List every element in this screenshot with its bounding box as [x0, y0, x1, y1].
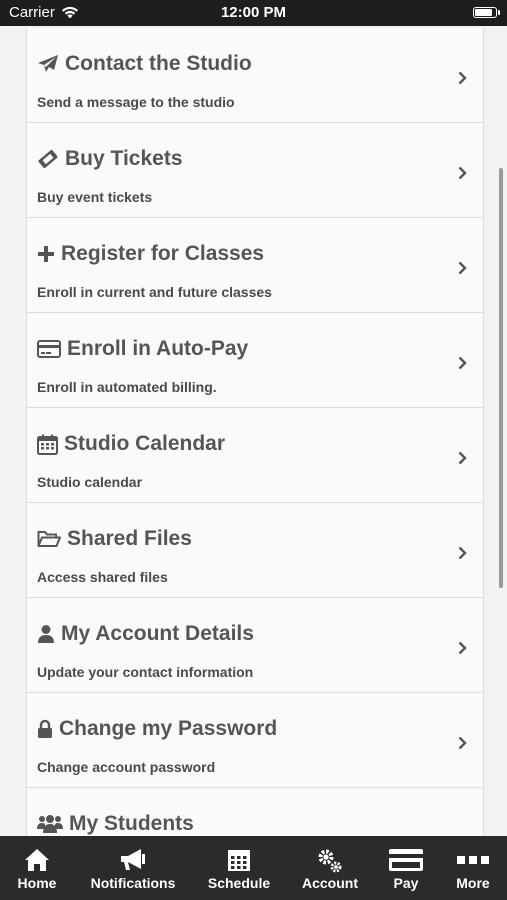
credit-card-icon	[37, 340, 61, 358]
menu-item-contact-studio[interactable]: Contact the Studio Send a message to the…	[27, 28, 483, 123]
status-bar: Carrier 12:00 PM	[0, 0, 507, 26]
menu-item-buy-tickets[interactable]: Buy Tickets Buy event tickets	[27, 123, 483, 218]
megaphone-icon	[121, 849, 145, 870]
folder-open-icon	[37, 531, 61, 547]
calendar-icon	[37, 434, 58, 455]
battery-icon	[473, 7, 500, 18]
user-icon	[38, 625, 54, 643]
tab-label: Notifications	[90, 875, 176, 891]
menu-item-auto-pay[interactable]: Enroll in Auto-Pay Enroll in automated b…	[27, 313, 483, 408]
chevron-right-icon	[458, 546, 467, 560]
chevron-right-icon	[458, 641, 467, 655]
menu-item-subtitle: Update your contact information	[37, 664, 254, 680]
menu-item-subtitle: Enroll in automated billing.	[37, 379, 217, 395]
more-icon	[457, 856, 489, 864]
battery-level	[475, 9, 492, 16]
chevron-right-icon	[458, 71, 467, 85]
credit-card-icon	[389, 849, 423, 871]
menu-item-title-row: Contact the Studio	[37, 52, 252, 76]
home-icon	[25, 849, 49, 871]
tab-schedule[interactable]: Schedule	[205, 836, 273, 900]
menu-item-title: My Account Details	[61, 622, 254, 645]
menu-item-change-password[interactable]: Change my Password Change account passwo…	[27, 693, 483, 788]
tab-more[interactable]: More	[448, 836, 498, 900]
menu-item-title: Shared Files	[67, 527, 192, 550]
menu-item-subtitle: Access shared files	[37, 569, 168, 585]
menu-item-title-row: Register for Classes	[37, 242, 264, 266]
menu-item-title: Contact the Studio	[65, 52, 252, 75]
menu-item-studio-calendar[interactable]: Studio Calendar Studio calendar	[27, 408, 483, 503]
menu-item-title-row: Buy Tickets	[37, 147, 183, 171]
tab-account[interactable]: Account	[298, 836, 362, 900]
tab-label: Pay	[393, 875, 419, 891]
chevron-right-icon	[458, 356, 467, 370]
menu-item-title-row: Change my Password	[37, 717, 277, 741]
tab-home[interactable]: Home	[8, 836, 66, 900]
tab-bar: Home Notifications Schedule Account Pay …	[0, 836, 507, 900]
scrollbar[interactable]	[499, 168, 503, 588]
menu-item-subtitle: Change account password	[37, 759, 216, 775]
tab-label: Home	[17, 875, 57, 891]
chevron-right-icon	[458, 736, 467, 750]
ticket-icon	[38, 149, 58, 169]
menu-item-title: My Students	[69, 812, 194, 835]
menu-item-title: Change my Password	[59, 717, 278, 740]
tab-label: Account	[302, 875, 358, 891]
menu-item-subtitle: Send a message to the studio	[37, 94, 235, 110]
menu-item-title-row: My Account Details	[37, 622, 254, 646]
plus-icon	[38, 246, 54, 262]
menu-item-subtitle: Enroll in current and future classes	[37, 284, 272, 300]
tab-label: More	[456, 875, 490, 891]
menu-item-title: Studio Calendar	[64, 432, 226, 455]
clock: 12:00 PM	[220, 4, 287, 21]
menu-item-account-details[interactable]: My Account Details Update your contact i…	[27, 598, 483, 693]
menu-list[interactable]: Contact the Studio Send a message to the…	[26, 28, 484, 836]
menu-item-title-row: Enroll in Auto-Pay	[37, 337, 248, 361]
menu-item-title-row: My Students	[37, 812, 194, 836]
menu-item-register-classes[interactable]: Register for Classes Enroll in current a…	[27, 218, 483, 313]
paper-plane-icon	[38, 55, 58, 72]
tab-pay[interactable]: Pay	[384, 836, 428, 900]
users-icon	[37, 815, 63, 833]
menu-item-subtitle: Buy event tickets	[37, 189, 153, 205]
menu-item-subtitle: Studio calendar	[37, 474, 143, 490]
tab-notifications[interactable]: Notifications	[84, 836, 182, 900]
menu-item-title-row: Studio Calendar	[37, 432, 225, 456]
lock-icon	[38, 719, 52, 738]
calendar-grid-icon	[228, 850, 250, 871]
menu-item-title: Enroll in Auto-Pay	[67, 337, 249, 360]
chevron-right-icon	[458, 451, 467, 465]
menu-item-shared-files[interactable]: Shared Files Access shared files	[27, 503, 483, 598]
menu-item-my-students[interactable]: My Students	[27, 788, 483, 836]
chevron-right-icon	[458, 261, 467, 275]
chevron-right-icon	[458, 166, 467, 180]
menu-item-title: Register for Classes	[61, 242, 265, 265]
menu-item-title-row: Shared Files	[37, 527, 192, 551]
menu-item-title: Buy Tickets	[65, 147, 183, 170]
gears-icon	[318, 849, 342, 873]
tab-label: Schedule	[207, 875, 271, 891]
